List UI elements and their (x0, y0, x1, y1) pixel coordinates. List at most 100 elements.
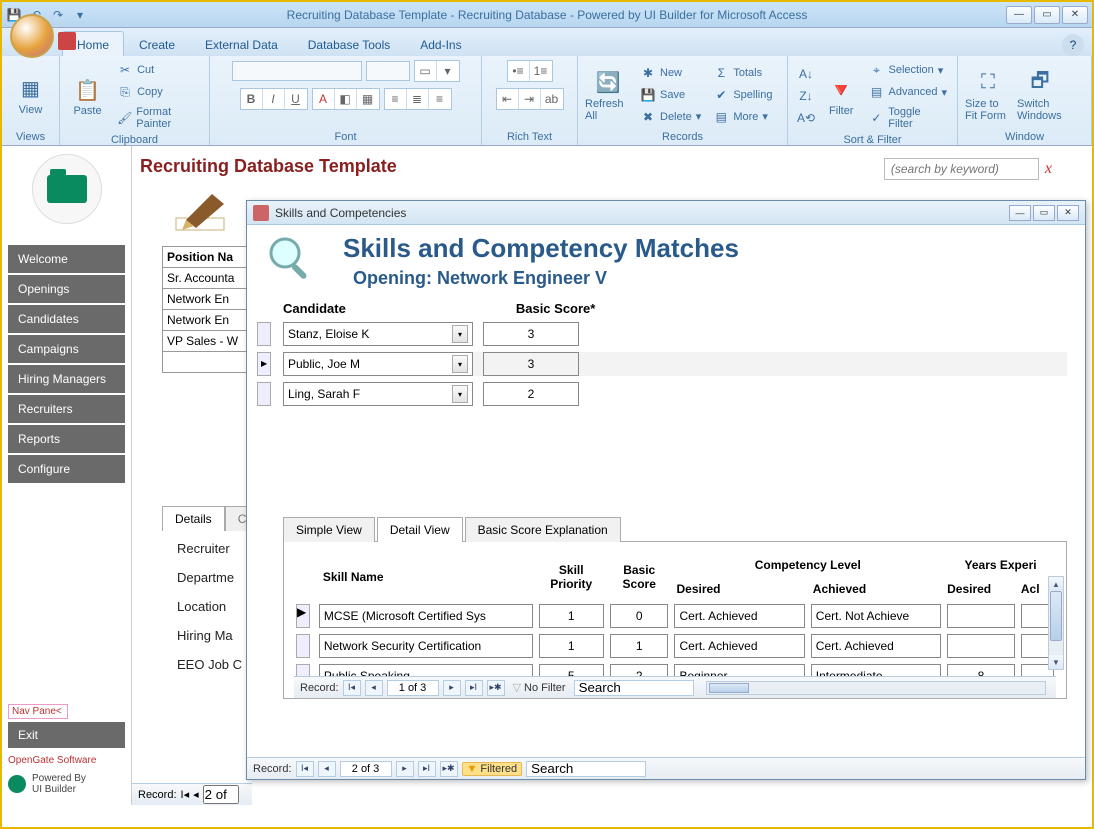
prev-record-button[interactable]: ◂ (365, 680, 383, 696)
prev-record-button[interactable]: ◂ (193, 788, 199, 801)
record-search-input[interactable] (526, 761, 646, 777)
priority-cell[interactable]: 1 (539, 634, 604, 658)
first-record-button[interactable]: I◂ (343, 680, 361, 696)
sidebar-item-configure[interactable]: Configure (8, 455, 125, 483)
row-selector[interactable]: ▶ (296, 604, 310, 628)
save-record-button[interactable]: 💾Save (636, 85, 705, 105)
align-right-button[interactable]: ≡ (429, 89, 451, 109)
new-record-button[interactable]: ✱New (636, 63, 705, 83)
cut-button[interactable]: ✂Cut (113, 60, 203, 80)
record-position-input[interactable] (203, 785, 239, 804)
switch-windows-button[interactable]: 🗗Switch Windows (1016, 63, 1064, 127)
new-record-button[interactable]: ▸✱ (440, 761, 458, 777)
sub-maximize-button[interactable]: ▭ (1033, 205, 1055, 221)
align-center-button[interactable]: ≣ (407, 89, 429, 109)
border-style-select[interactable]: ▭▾ (414, 60, 460, 82)
years-desired-cell[interactable] (947, 634, 1015, 658)
sub-close-button[interactable]: ✕ (1057, 205, 1079, 221)
desired-cell[interactable]: Cert. Achieved (674, 634, 804, 658)
candidate-score[interactable]: 3 (483, 352, 579, 376)
prev-record-button[interactable]: ◂ (318, 761, 336, 777)
sidebar-item-reports[interactable]: Reports (8, 425, 125, 453)
tab-external-data[interactable]: External Data (190, 31, 293, 56)
underline-button[interactable]: U (285, 89, 307, 109)
record-search-input[interactable] (574, 680, 694, 696)
decrease-indent-button[interactable]: ⇤ (497, 89, 519, 109)
more-records-button[interactable]: ▤More▾ (709, 107, 776, 127)
format-painter-button[interactable]: 🖌Format Painter (113, 104, 203, 132)
scroll-down-icon[interactable]: ▼ (1049, 655, 1063, 669)
chevron-down-icon[interactable]: ▾ (452, 325, 468, 343)
close-button[interactable]: ✕ (1062, 6, 1088, 24)
last-record-button[interactable]: ▸I (465, 680, 483, 696)
maximize-button[interactable]: ▭ (1034, 6, 1060, 24)
tab-basic-score-explanation[interactable]: Basic Score Explanation (465, 517, 621, 542)
bold-button[interactable]: B (241, 89, 263, 109)
filter-indicator[interactable]: ▽No Filter (509, 681, 570, 694)
candidate-select[interactable]: Public, Joe M▾ (283, 352, 473, 376)
tab-database-tools[interactable]: Database Tools (293, 31, 406, 56)
clear-search-icon[interactable]: x (1045, 160, 1052, 178)
skill-name-cell[interactable]: Network Security Certification (319, 634, 533, 658)
qat-dropdown-icon[interactable]: ▾ (72, 7, 88, 23)
delete-record-button[interactable]: ✖Delete▾ (636, 107, 705, 127)
sidebar-item-recruiters[interactable]: Recruiters (8, 395, 125, 423)
tab-create[interactable]: Create (124, 31, 190, 56)
last-record-button[interactable]: ▸I (418, 761, 436, 777)
nav-pane-toggle[interactable]: Nav Pane< (8, 704, 68, 719)
increase-indent-button[interactable]: ⇥ (519, 89, 541, 109)
sidebar-item-campaigns[interactable]: Campaigns (8, 335, 125, 363)
sub-minimize-button[interactable]: — (1009, 205, 1031, 221)
score-cell[interactable]: 1 (610, 634, 669, 658)
size-to-fit-button[interactable]: ⛶Size to Fit Form (964, 63, 1012, 127)
next-record-button[interactable]: ▸ (443, 680, 461, 696)
sort-asc-button[interactable]: A↓ (794, 64, 818, 84)
advanced-filter-button[interactable]: ▤Advanced▾ (865, 82, 951, 102)
font-family-select[interactable] (232, 61, 362, 81)
horizontal-scrollbar[interactable] (706, 681, 1046, 695)
tab-add-ins[interactable]: Add-Ins (405, 31, 476, 56)
spelling-button[interactable]: ✔Spelling (709, 85, 776, 105)
toggle-filter-button[interactable]: ✓Toggle Filter (865, 104, 951, 132)
first-record-button[interactable]: I◂ (296, 761, 314, 777)
years-desired-cell[interactable] (947, 604, 1015, 628)
font-size-select[interactable] (366, 61, 410, 81)
paste-button[interactable]: 📋Paste (66, 64, 109, 128)
desired-cell[interactable]: Cert. Achieved (674, 604, 804, 628)
achieved-cell[interactable]: Cert. Not Achieve (811, 604, 941, 628)
skill-name-cell[interactable]: MCSE (Microsoft Certified Sys (319, 604, 533, 628)
row-selector[interactable] (296, 634, 310, 658)
tab-simple-view[interactable]: Simple View (283, 517, 375, 542)
filter-button[interactable]: 🔻Filter (822, 64, 861, 128)
record-position-input[interactable] (387, 680, 439, 696)
gridlines-button[interactable]: ▦ (357, 89, 379, 109)
sidebar-item-candidates[interactable]: Candidates (8, 305, 125, 333)
copy-button[interactable]: ⎘Copy (113, 82, 203, 102)
vertical-scrollbar[interactable]: ▲ ▼ (1048, 576, 1064, 670)
search-input[interactable] (884, 158, 1039, 180)
refresh-all-button[interactable]: 🔄Refresh All (584, 63, 632, 127)
sidebar-item-hiring-managers[interactable]: Hiring Managers (8, 365, 125, 393)
scroll-up-icon[interactable]: ▲ (1049, 577, 1063, 591)
chevron-down-icon[interactable]: ▾ (452, 385, 468, 403)
clear-sort-button[interactable]: A⟲ (794, 108, 818, 128)
subwindow-title-bar[interactable]: Skills and Competencies — ▭ ✕ (247, 201, 1085, 225)
filter-indicator[interactable]: ▼Filtered (462, 762, 523, 776)
redo-icon[interactable]: ↷ (50, 7, 66, 23)
candidate-select[interactable]: Ling, Sarah F▾ (283, 382, 473, 406)
view-button[interactable]: ▦View (8, 63, 53, 127)
sidebar-item-openings[interactable]: Openings (8, 275, 125, 303)
achieved-cell[interactable]: Cert. Achieved (811, 634, 941, 658)
candidate-score[interactable]: 3 (483, 322, 579, 346)
candidate-select[interactable]: Stanz, Eloise K▾ (283, 322, 473, 346)
sort-desc-button[interactable]: Z↓ (794, 86, 818, 106)
totals-button[interactable]: ΣTotals (709, 63, 776, 83)
sidebar-item-welcome[interactable]: Welcome (8, 245, 125, 273)
fill-color-button[interactable]: ◧ (335, 89, 357, 109)
score-cell[interactable]: 0 (610, 604, 669, 628)
scroll-thumb[interactable] (1050, 591, 1062, 641)
numbering-button[interactable]: 1≡ (530, 61, 552, 81)
office-button[interactable] (10, 14, 54, 58)
italic-button[interactable]: I (263, 89, 285, 109)
record-position-input[interactable] (340, 761, 392, 777)
